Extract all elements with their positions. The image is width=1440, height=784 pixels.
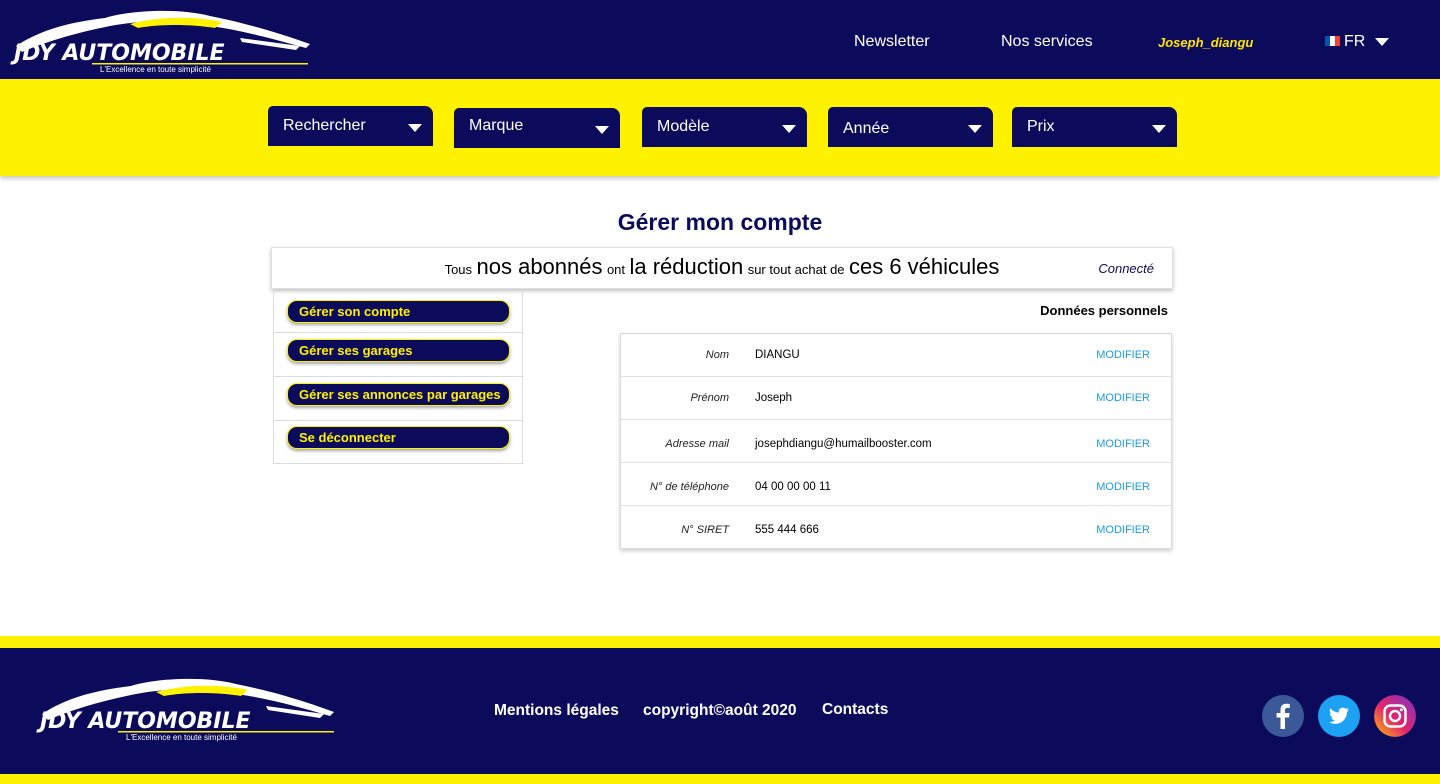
footer-logo-text: JDY AUTOMOBILE — [36, 709, 251, 734]
modify-siret-link[interactable]: MODIFIER — [1096, 524, 1150, 536]
field-label: N° de téléphone — [649, 481, 729, 493]
chevron-down-icon — [968, 125, 982, 133]
promo-part: ont — [606, 262, 626, 277]
footer-logo-tagline: L'Excellence en toute simplicité — [126, 733, 237, 742]
language-label: FR — [1344, 33, 1366, 50]
footer-stripe — [0, 636, 1440, 648]
promo-text: Tous nos abonnés ont la réduction sur to… — [272, 254, 1172, 280]
field-label: Nom — [705, 349, 729, 361]
filter-label: Prix — [1027, 118, 1055, 135]
manage-listings-button[interactable]: Gérer ses annonces par garages — [287, 383, 510, 406]
field-value: Joseph — [755, 392, 793, 404]
manage-account-button[interactable]: Gérer son compte — [287, 300, 510, 323]
filter-annee[interactable]: Année — [828, 107, 993, 147]
field-value: 555 444 666 — [755, 524, 819, 536]
menu-row: Gérer son compte — [274, 289, 522, 333]
field-value: DIANGU — [755, 349, 800, 361]
promo-part: Tous — [444, 262, 473, 277]
modify-prenom-link[interactable]: MODIFIER — [1096, 392, 1150, 404]
filter-label: Modèle — [657, 118, 710, 135]
chevron-down-icon — [408, 124, 422, 132]
table-row: Nom DIANGU MODIFIER — [621, 334, 1171, 377]
nav-services[interactable]: Nos services — [1001, 33, 1093, 51]
filter-prix[interactable]: Prix — [1012, 107, 1177, 147]
chevron-down-icon — [1152, 125, 1166, 133]
field-value: 04 00 00 00 11 — [755, 481, 831, 493]
modify-email-link[interactable]: MODIFIER — [1096, 438, 1150, 450]
filter-label: Marque — [469, 117, 524, 134]
personal-data-table: Nom DIANGU MODIFIER Prénom Joseph MODIFI… — [620, 333, 1172, 549]
logo-tagline: L'Excellence en toute simplicité — [100, 65, 211, 74]
field-label: Adresse mail — [665, 438, 729, 450]
nav-username[interactable]: Joseph_diangu — [1158, 35, 1253, 50]
field-label: Prénom — [690, 392, 729, 404]
twitter-icon[interactable] — [1318, 695, 1360, 737]
instagram-icon[interactable] — [1374, 695, 1416, 737]
filter-rechercher[interactable]: Rechercher — [268, 106, 433, 146]
chevron-down-icon — [782, 125, 796, 133]
field-value: josephdiangu@humailbooster.com — [755, 438, 932, 450]
promo-part: ces 6 véhicules — [848, 254, 1000, 279]
filter-modele[interactable]: Modèle — [642, 107, 807, 147]
nav-newsletter[interactable]: Newsletter — [854, 33, 930, 51]
promo-part: sur tout achat de — [747, 262, 845, 277]
language-selector[interactable]: FR — [1325, 33, 1390, 51]
promo-part: la réduction — [629, 254, 744, 279]
legal-mentions-link[interactable]: Mentions légales — [494, 702, 619, 720]
page-title: Gérer mon compte — [617, 209, 823, 235]
filter-marque[interactable]: Marque — [454, 108, 620, 148]
menu-row: Gérer ses garages — [274, 333, 522, 377]
account-menu: Gérer son compte Gérer ses garages Gérer… — [273, 289, 523, 464]
connection-status: Connecté — [1098, 261, 1154, 276]
logo-text-jdy: JDY AUTOMOBILE — [10, 41, 225, 66]
logout-button[interactable]: Se déconnecter — [287, 426, 510, 449]
promo-part: nos abonnés — [476, 254, 603, 279]
brand-logo[interactable]: JDY AUTOMOBILE L'Excellence en toute sim… — [10, 8, 320, 78]
chevron-down-icon — [595, 126, 609, 134]
manage-garages-button[interactable]: Gérer ses garages — [287, 339, 510, 362]
table-row: N° de téléphone 04 00 00 00 11 MODIFIER — [621, 463, 1171, 506]
menu-row: Se déconnecter — [274, 421, 522, 464]
contacts-link[interactable]: Contacts — [822, 701, 888, 719]
chevron-down-icon — [1375, 38, 1390, 46]
table-row: N° SIRET 555 444 666 MODIFIER — [621, 506, 1171, 549]
facebook-icon[interactable] — [1262, 695, 1304, 737]
personal-data-heading: Données personnels — [1040, 303, 1168, 318]
copyright-text: copyright©août 2020 — [643, 702, 797, 719]
table-row: Prénom Joseph MODIFIER — [621, 377, 1171, 420]
filter-label: Année — [843, 120, 890, 137]
modify-nom-link[interactable]: MODIFIER — [1096, 349, 1150, 361]
france-flag-icon — [1325, 36, 1340, 46]
table-row: Adresse mail josephdiangu@humailbooster.… — [621, 420, 1171, 463]
footer-bottom-stripe — [0, 774, 1440, 784]
promo-banner: Tous nos abonnés ont la réduction sur to… — [271, 247, 1173, 289]
modify-phone-link[interactable]: MODIFIER — [1096, 481, 1150, 493]
filter-bar: Rechercher Marque Modèle Année Prix — [0, 79, 1440, 176]
field-label: N° SIRET — [681, 524, 729, 536]
footer-brand-logo[interactable]: JDY AUTOMOBILE L'Excellence en toute sim… — [36, 676, 341, 746]
menu-row: Gérer ses annonces par garages — [274, 377, 522, 421]
top-header: JDY AUTOMOBILE L'Excellence en toute sim… — [0, 0, 1440, 79]
filter-label: Rechercher — [283, 117, 366, 134]
